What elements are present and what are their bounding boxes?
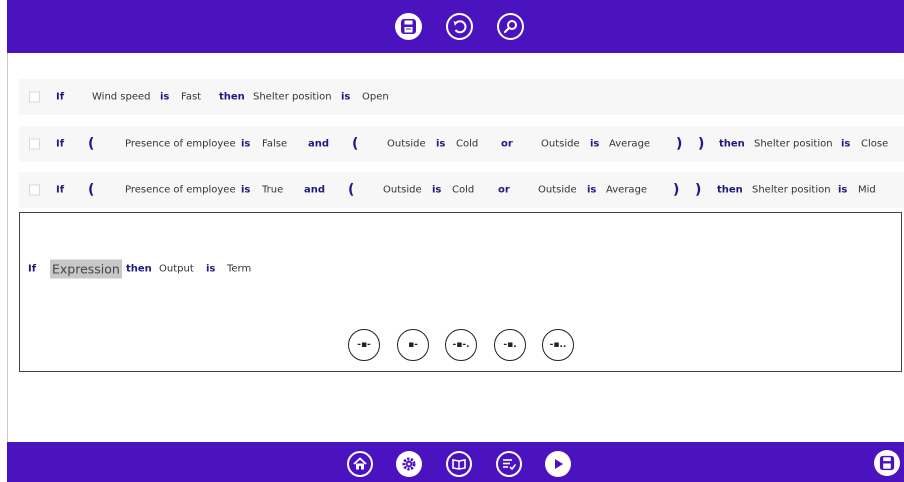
term-label[interactable]: True (262, 185, 283, 196)
term-label[interactable]: Average (609, 139, 650, 150)
operator-glyph: -▪-. (452, 340, 470, 350)
undo-icon (453, 20, 467, 34)
left-border (7, 53, 8, 442)
top-toolbar (7, 0, 904, 53)
then-keyword: then (719, 138, 745, 150)
variable-label[interactable]: Outside (387, 139, 426, 150)
run-button[interactable] (545, 451, 571, 477)
term-label[interactable]: False (262, 139, 287, 150)
checklist-icon (503, 459, 517, 471)
term-label[interactable]: Cold (456, 139, 478, 150)
is-keyword: is (436, 138, 446, 150)
is-keyword: is (590, 138, 600, 150)
operator-glyph: ▪- (408, 340, 418, 350)
and-keyword: and (304, 184, 326, 196)
output-term-label[interactable]: Open (362, 92, 389, 103)
save-icon (879, 455, 895, 471)
variable-label[interactable]: Presence of employee (125, 139, 236, 150)
output-slot[interactable]: Output (159, 264, 194, 275)
variable-label[interactable]: Outside (383, 185, 422, 196)
insert-unary-button[interactable]: ▪- (397, 329, 429, 361)
close-paren: ) (698, 136, 705, 152)
term-slot[interactable]: Term (227, 264, 251, 275)
operator-glyph: -▪. (503, 340, 517, 350)
open-paren: ( (88, 136, 95, 152)
close-paren: ) (676, 136, 683, 152)
is-keyword: is (241, 184, 251, 196)
variable-label[interactable]: Outside (538, 185, 577, 196)
rules-check-button[interactable] (496, 451, 522, 477)
insert-group-button[interactable]: -▪-. (445, 329, 477, 361)
settings-icon (402, 457, 416, 471)
term-label[interactable]: Fast (181, 92, 201, 103)
output-variable-label[interactable]: Shelter position (752, 185, 831, 196)
rule-row-2[interactable]: If ( Presence of employee is False and (… (19, 126, 904, 162)
close-paren: ) (695, 182, 702, 198)
open-paren: ( (352, 136, 359, 152)
if-keyword: If (56, 138, 65, 150)
then-keyword: then (219, 91, 245, 103)
output-variable-label[interactable]: Shelter position (754, 139, 833, 150)
rule-checkbox[interactable] (29, 184, 40, 196)
is-keyword: is (341, 91, 351, 103)
home-icon (353, 457, 367, 470)
rule-row-3[interactable]: If ( Presence of employee is True and ( … (19, 172, 904, 208)
insert-term-button[interactable]: -▪. (494, 329, 526, 361)
then-keyword: then (126, 263, 152, 275)
or-keyword: or (498, 184, 510, 196)
is-keyword: is (432, 184, 442, 196)
is-keyword: is (838, 184, 848, 196)
if-keyword: If (56, 184, 65, 196)
undo-button[interactable] (446, 13, 473, 40)
save-icon (401, 19, 416, 34)
is-keyword: is (587, 184, 597, 196)
is-keyword: is (160, 91, 170, 103)
output-term-label[interactable]: Mid (858, 185, 876, 196)
book-icon (452, 459, 466, 470)
output-term-label[interactable]: Close (861, 139, 888, 150)
operator-glyph: -▪- (357, 340, 371, 350)
insert-operator-button[interactable]: -▪- (348, 329, 380, 361)
settings-button[interactable] (396, 451, 422, 477)
term-label[interactable]: Cold (452, 185, 474, 196)
close-paren: ) (673, 182, 680, 198)
open-paren: ( (348, 182, 355, 198)
is-keyword: is (206, 263, 216, 275)
search-icon (503, 20, 517, 34)
then-keyword: then (717, 184, 743, 196)
home-button[interactable] (347, 451, 373, 477)
is-keyword: is (241, 138, 251, 150)
if-keyword: If (28, 263, 37, 275)
variable-label[interactable]: Wind speed (92, 92, 151, 103)
and-keyword: and (308, 138, 330, 150)
operator-glyph: -▪.. (549, 340, 567, 350)
or-keyword: or (501, 138, 513, 150)
output-variable-label[interactable]: Shelter position (253, 92, 332, 103)
insert-expression-button[interactable]: -▪.. (542, 329, 574, 361)
rule-checkbox[interactable] (29, 138, 40, 150)
rule-editor: If Expression then Output is Term -▪- ▪-… (19, 212, 902, 372)
save-button-bottom[interactable] (874, 450, 900, 476)
term-label[interactable]: Average (606, 185, 647, 196)
bottom-toolbar (7, 442, 904, 482)
variable-label[interactable]: Outside (541, 139, 580, 150)
variable-label[interactable]: Presence of employee (125, 185, 236, 196)
rule-checkbox[interactable] (29, 91, 40, 103)
open-paren: ( (88, 182, 95, 198)
expression-slot[interactable]: Expression (50, 259, 122, 279)
rule-row-1[interactable]: If Wind speed is Fast then Shelter posit… (19, 79, 904, 115)
save-button[interactable] (395, 13, 422, 40)
search-button[interactable] (497, 13, 524, 40)
book-button[interactable] (446, 451, 472, 477)
play-icon (555, 459, 563, 469)
if-keyword: If (56, 91, 65, 103)
is-keyword: is (841, 138, 851, 150)
